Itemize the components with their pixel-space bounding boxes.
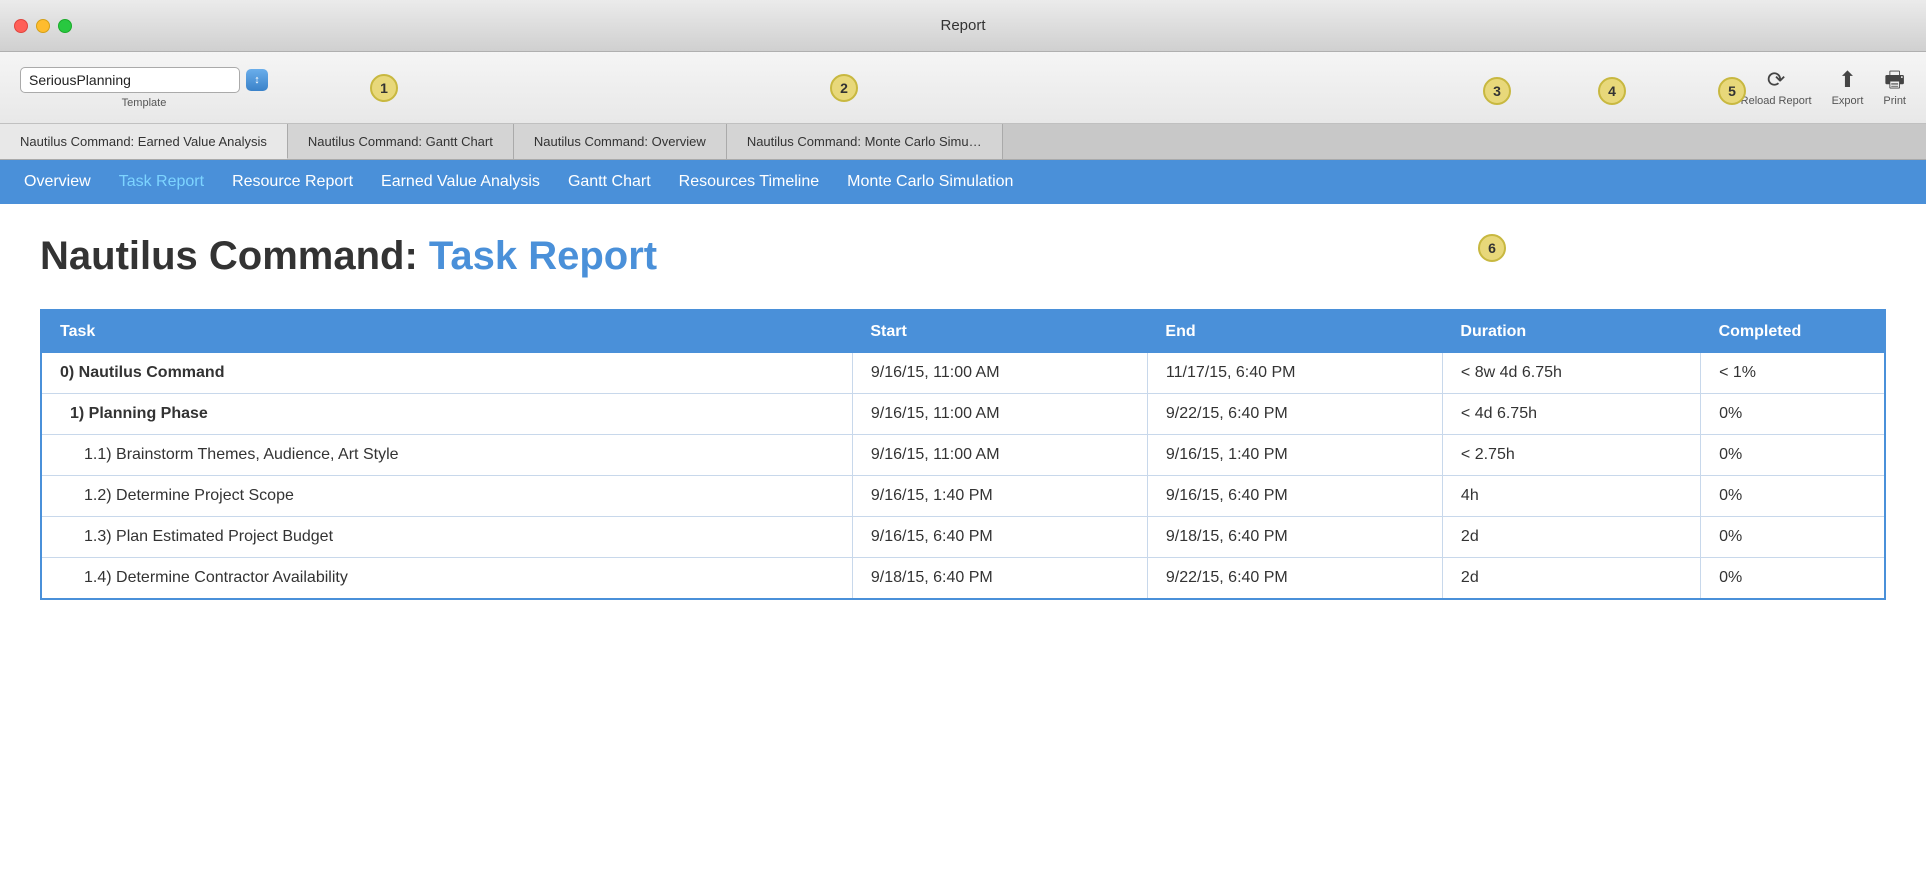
- reload-icon: ⟳: [1767, 69, 1785, 91]
- report-nav-resources-timeline[interactable]: Resources Timeline: [679, 169, 820, 195]
- main-content: Overview Task Report Resource Report Ear…: [0, 160, 1926, 890]
- col-header-task: Task: [41, 310, 852, 353]
- table-row: 1.3) Plan Estimated Project Budget9/16/1…: [41, 517, 1885, 558]
- cell-duration: 2d: [1442, 558, 1700, 600]
- cell-task: 1.4) Determine Contractor Availability: [41, 558, 852, 600]
- cell-duration: < 8w 4d 6.75h: [1442, 353, 1700, 394]
- cell-end: 9/22/15, 6:40 PM: [1147, 558, 1442, 600]
- col-header-duration: Duration: [1442, 310, 1700, 353]
- cell-end: 9/18/15, 6:40 PM: [1147, 517, 1442, 558]
- badge-1: 1: [370, 74, 398, 102]
- reload-label: Reload Report: [1741, 95, 1812, 107]
- os-tab-strip: Nautilus Command: Earned Value Analysis …: [0, 124, 1926, 160]
- report-title-blue: Task Report: [429, 234, 657, 278]
- export-icon: ⬆: [1838, 69, 1856, 91]
- os-tab-1[interactable]: Nautilus Command: Gantt Chart: [288, 124, 514, 159]
- print-icon: 🖶: [1884, 69, 1905, 91]
- report-nav-earned-value[interactable]: Earned Value Analysis: [381, 169, 540, 195]
- report-nav-monte-carlo[interactable]: Monte Carlo Simulation: [847, 169, 1013, 195]
- cell-task: 1.1) Brainstorm Themes, Audience, Art St…: [41, 435, 852, 476]
- cell-start: 9/18/15, 6:40 PM: [852, 558, 1147, 600]
- cell-completed: 0%: [1701, 476, 1885, 517]
- report-nav-gantt-chart[interactable]: Gantt Chart: [568, 169, 651, 195]
- cell-end: 9/16/15, 1:40 PM: [1147, 435, 1442, 476]
- report-title-black: Nautilus Command:: [40, 234, 418, 278]
- cell-start: 9/16/15, 11:00 AM: [852, 394, 1147, 435]
- col-header-start: Start: [852, 310, 1147, 353]
- select-arrow-icon[interactable]: ↕: [246, 69, 268, 91]
- toolbar: SeriousPlanning ↕ Template 1 2 3 4 5 ⟳ R…: [0, 52, 1926, 124]
- os-tab-3[interactable]: Nautilus Command: Monte Carlo Simu…: [727, 124, 1003, 159]
- table-row: 0) Nautilus Command9/16/15, 11:00 AM11/1…: [41, 353, 1885, 394]
- cell-task: 1.3) Plan Estimated Project Budget: [41, 517, 852, 558]
- print-label: Print: [1883, 95, 1906, 107]
- table-row: 1.2) Determine Project Scope9/16/15, 1:4…: [41, 476, 1885, 517]
- badge-2: 2: [830, 74, 858, 102]
- cell-end: 11/17/15, 6:40 PM: [1147, 353, 1442, 394]
- cell-task: 1.2) Determine Project Scope: [41, 476, 852, 517]
- template-select-wrapper: SeriousPlanning ↕: [20, 67, 268, 93]
- col-header-end: End: [1147, 310, 1442, 353]
- window-title: Report: [940, 17, 985, 34]
- cell-start: 9/16/15, 1:40 PM: [852, 476, 1147, 517]
- report-title: Nautilus Command: Task Report: [40, 234, 1886, 279]
- report-nav-task-report[interactable]: Task Report: [119, 169, 204, 195]
- table-row: 1) Planning Phase9/16/15, 11:00 AM9/22/1…: [41, 394, 1885, 435]
- cell-duration: < 4d 6.75h: [1442, 394, 1700, 435]
- report-table: Task Start End Duration Completed 0) Nau…: [40, 309, 1886, 600]
- report-area: 6 Nautilus Command: Task Report Task Sta…: [0, 204, 1926, 890]
- os-tab-0[interactable]: Nautilus Command: Earned Value Analysis: [0, 124, 288, 159]
- cell-completed: 0%: [1701, 558, 1885, 600]
- table-header-row: Task Start End Duration Completed: [41, 310, 1885, 353]
- badge-6: 6: [1478, 234, 1506, 262]
- cell-completed: 0%: [1701, 435, 1885, 476]
- window-controls: [14, 19, 72, 33]
- print-button[interactable]: 🖶 Print: [1883, 69, 1906, 107]
- cell-start: 9/16/15, 11:00 AM: [852, 435, 1147, 476]
- badge-3: 3: [1483, 77, 1511, 105]
- report-nav-overview[interactable]: Overview: [24, 169, 91, 195]
- titlebar: Report: [0, 0, 1926, 52]
- cell-completed: 0%: [1701, 517, 1885, 558]
- template-select[interactable]: SeriousPlanning: [20, 67, 240, 93]
- report-nav: Overview Task Report Resource Report Ear…: [0, 160, 1926, 204]
- minimize-button[interactable]: [36, 19, 50, 33]
- cell-duration: 4h: [1442, 476, 1700, 517]
- maximize-button[interactable]: [58, 19, 72, 33]
- export-label: Export: [1832, 95, 1864, 107]
- close-button[interactable]: [14, 19, 28, 33]
- table-row: 1.1) Brainstorm Themes, Audience, Art St…: [41, 435, 1885, 476]
- badge-5: 5: [1718, 77, 1746, 105]
- col-header-completed: Completed: [1701, 310, 1885, 353]
- reload-report-button[interactable]: ⟳ Reload Report: [1741, 69, 1812, 107]
- cell-start: 9/16/15, 6:40 PM: [852, 517, 1147, 558]
- cell-completed: < 1%: [1701, 353, 1885, 394]
- cell-duration: 2d: [1442, 517, 1700, 558]
- table-row: 1.4) Determine Contractor Availability9/…: [41, 558, 1885, 600]
- template-label: Template: [122, 97, 167, 109]
- badge-4: 4: [1598, 77, 1626, 105]
- template-section: SeriousPlanning ↕ Template: [20, 67, 268, 109]
- report-nav-resource-report[interactable]: Resource Report: [232, 169, 353, 195]
- export-button[interactable]: ⬆ Export: [1832, 69, 1864, 107]
- cell-start: 9/16/15, 11:00 AM: [852, 353, 1147, 394]
- cell-end: 9/22/15, 6:40 PM: [1147, 394, 1442, 435]
- cell-end: 9/16/15, 6:40 PM: [1147, 476, 1442, 517]
- toolbar-actions: 3 4 5 ⟳ Reload Report ⬆ Export 🖶 Print: [1741, 69, 1906, 107]
- cell-completed: 0%: [1701, 394, 1885, 435]
- cell-task: 1) Planning Phase: [41, 394, 852, 435]
- os-tab-2[interactable]: Nautilus Command: Overview: [514, 124, 727, 159]
- cell-duration: < 2.75h: [1442, 435, 1700, 476]
- cell-task: 0) Nautilus Command: [41, 353, 852, 394]
